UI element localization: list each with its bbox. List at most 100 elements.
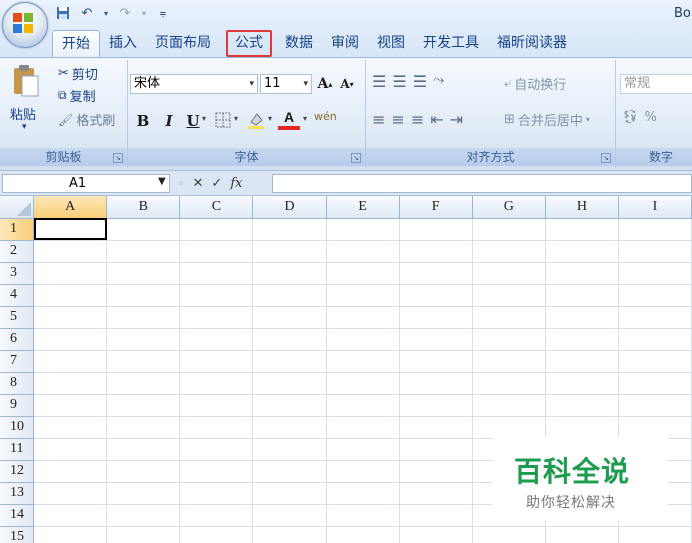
- customize-qat-icon[interactable]: ⩦: [154, 4, 172, 22]
- cell[interactable]: [252, 306, 327, 329]
- cell[interactable]: [33, 372, 108, 395]
- cell[interactable]: [252, 372, 327, 395]
- redo-icon[interactable]: ↷: [116, 4, 134, 22]
- increase-indent-icon[interactable]: ⇥: [450, 110, 463, 129]
- cell[interactable]: [545, 526, 619, 543]
- cell[interactable]: [472, 350, 546, 373]
- cell[interactable]: [252, 504, 327, 527]
- fill-color-icon[interactable]: [246, 110, 268, 132]
- align-top-icon[interactable]: ☰: [372, 72, 386, 91]
- cell[interactable]: [179, 526, 254, 543]
- cell[interactable]: [179, 218, 254, 241]
- cell[interactable]: [399, 284, 473, 307]
- column-header[interactable]: H: [545, 196, 619, 219]
- cell[interactable]: [326, 350, 400, 373]
- cell[interactable]: [106, 416, 181, 439]
- cell[interactable]: [399, 504, 473, 527]
- cell[interactable]: [33, 306, 108, 329]
- percent-button[interactable]: %: [645, 110, 657, 125]
- format-painter-button[interactable]: 🖌︎ 格式刷: [58, 110, 115, 130]
- borders-icon[interactable]: [214, 111, 234, 131]
- cell[interactable]: [106, 350, 181, 373]
- cell[interactable]: [545, 284, 619, 307]
- cell[interactable]: [326, 218, 400, 241]
- cell[interactable]: [33, 526, 108, 543]
- cell[interactable]: [106, 504, 181, 527]
- column-header[interactable]: D: [252, 196, 327, 219]
- tab-developer[interactable]: 开发工具: [414, 30, 488, 57]
- cell[interactable]: [252, 394, 327, 417]
- row-header[interactable]: 13: [0, 482, 35, 505]
- cell[interactable]: [179, 416, 254, 439]
- cell[interactable]: [326, 504, 400, 527]
- merge-center-button[interactable]: ⊞ 合并后居中 ▾: [504, 110, 590, 129]
- cell[interactable]: [399, 394, 473, 417]
- column-header[interactable]: F: [399, 196, 473, 219]
- cell[interactable]: [252, 460, 327, 483]
- cell[interactable]: [179, 262, 254, 285]
- tab-review[interactable]: 审阅: [322, 30, 368, 57]
- cell[interactable]: [179, 350, 254, 373]
- row-header[interactable]: 11: [0, 438, 35, 461]
- cell[interactable]: [618, 240, 692, 263]
- undo-dropdown-icon[interactable]: ▾: [102, 4, 110, 22]
- cell[interactable]: [399, 262, 473, 285]
- cell[interactable]: [399, 416, 473, 439]
- select-all-button[interactable]: [0, 196, 35, 219]
- cell[interactable]: [106, 460, 181, 483]
- number-format-combo[interactable]: 常规: [620, 74, 692, 94]
- row-header[interactable]: 8: [0, 372, 35, 395]
- cell[interactable]: [252, 526, 327, 543]
- cell[interactable]: [252, 284, 327, 307]
- paste-button[interactable]: 粘贴: [10, 104, 36, 123]
- row-header[interactable]: 5: [0, 306, 35, 329]
- cell[interactable]: [179, 482, 254, 505]
- cell[interactable]: [179, 504, 254, 527]
- font-size-dropdown-icon[interactable]: ▾: [303, 75, 308, 93]
- row-header[interactable]: 15: [0, 526, 35, 543]
- cell[interactable]: [618, 218, 692, 241]
- row-header[interactable]: 6: [0, 328, 35, 351]
- cell[interactable]: [545, 262, 619, 285]
- cell[interactable]: [179, 306, 254, 329]
- wrap-text-button[interactable]: ⤶ 自动换行: [504, 74, 566, 93]
- cell[interactable]: [106, 306, 181, 329]
- align-left-icon[interactable]: ≡: [372, 110, 385, 129]
- italic-button[interactable]: I: [158, 110, 180, 132]
- cell[interactable]: [472, 416, 546, 439]
- cell[interactable]: [545, 218, 619, 241]
- cell[interactable]: [399, 328, 473, 351]
- orientation-icon[interactable]: ⤳: [433, 72, 444, 91]
- font-color-dropdown-icon[interactable]: ▾: [303, 114, 307, 123]
- cancel-formula-icon[interactable]: ✕: [193, 176, 204, 191]
- paste-dropdown-icon[interactable]: ▾: [22, 122, 27, 132]
- cell[interactable]: [472, 262, 546, 285]
- cell[interactable]: [252, 350, 327, 373]
- row-header[interactable]: 10: [0, 416, 35, 439]
- cell[interactable]: [179, 328, 254, 351]
- active-cell[interactable]: [33, 218, 108, 241]
- tab-insert[interactable]: 插入: [100, 30, 146, 57]
- column-header[interactable]: E: [326, 196, 400, 219]
- paste-icon[interactable]: [8, 64, 42, 100]
- tab-data[interactable]: 数据: [276, 30, 322, 57]
- cell[interactable]: [252, 438, 327, 461]
- cell[interactable]: [326, 372, 400, 395]
- name-box[interactable]: A1: [2, 174, 170, 193]
- cell[interactable]: [33, 350, 108, 373]
- undo-icon[interactable]: ↶: [78, 4, 96, 22]
- phonetic-guide-button[interactable]: wén: [314, 110, 337, 123]
- tab-formulas[interactable]: 公式: [226, 30, 272, 57]
- merge-dropdown-icon[interactable]: ▾: [586, 115, 590, 124]
- align-right-icon[interactable]: ≡: [411, 110, 424, 129]
- row-header[interactable]: 1: [0, 218, 35, 241]
- cell[interactable]: [326, 416, 400, 439]
- cell[interactable]: [33, 328, 108, 351]
- cell[interactable]: [545, 306, 619, 329]
- row-header[interactable]: 12: [0, 460, 35, 483]
- cell[interactable]: [33, 284, 108, 307]
- cell[interactable]: [33, 262, 108, 285]
- cell[interactable]: [252, 416, 327, 439]
- formula-input[interactable]: [272, 174, 692, 193]
- cell[interactable]: [399, 240, 473, 263]
